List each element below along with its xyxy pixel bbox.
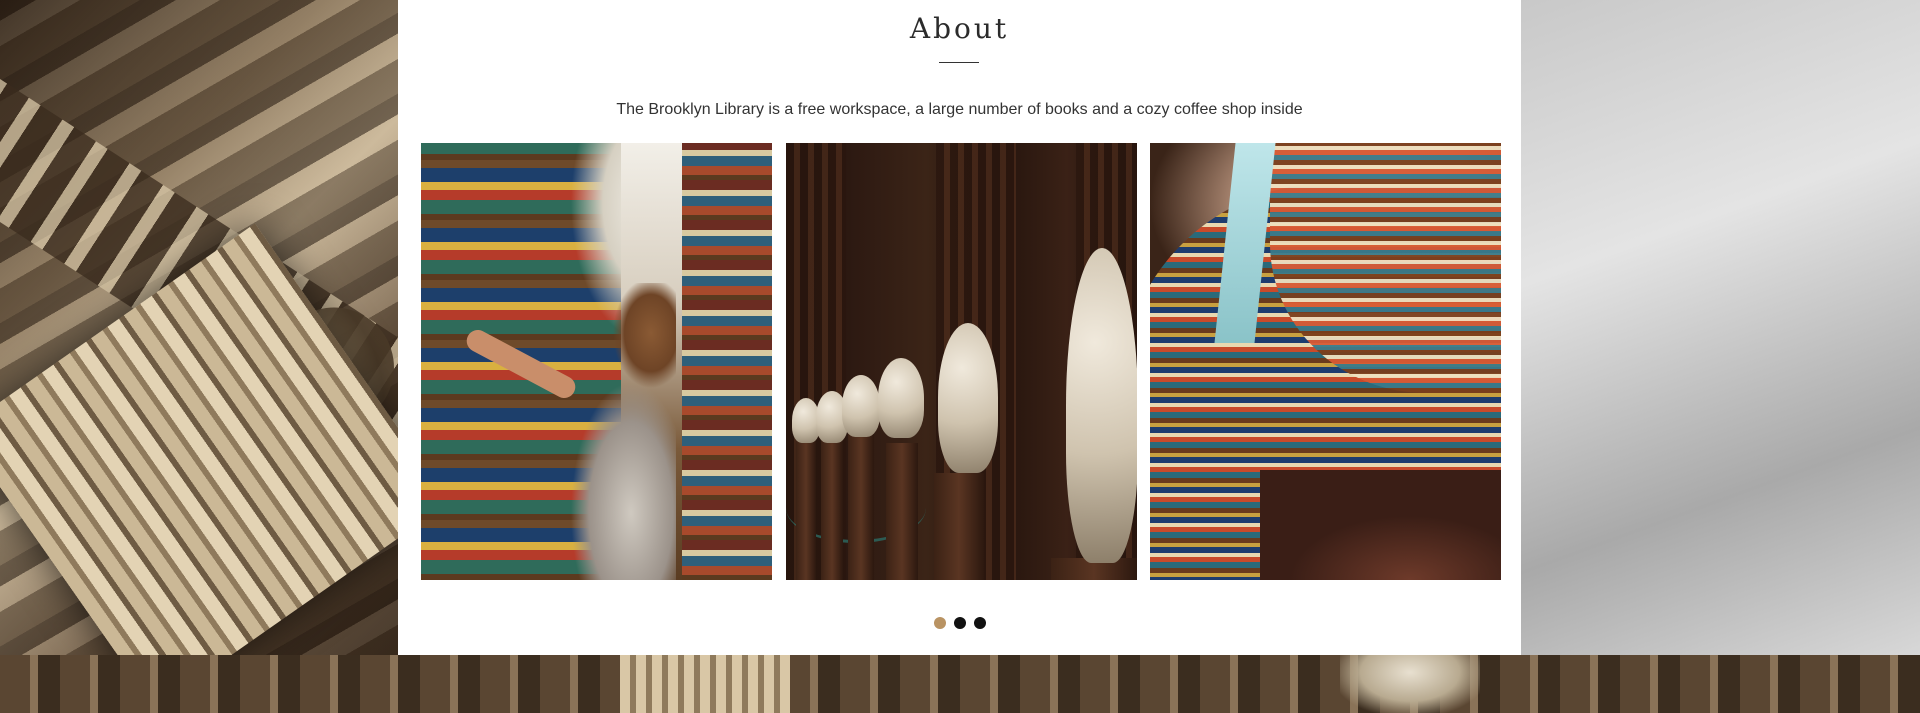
woman-figure: [546, 283, 676, 580]
gallery-photo: [786, 143, 1137, 580]
library-floor: [1260, 470, 1501, 580]
bottom-column: [620, 655, 790, 713]
pedestal: [821, 433, 843, 580]
section-title: About: [909, 12, 1010, 45]
bust: [938, 323, 998, 473]
section-description: The Brooklyn Library is a free workspace…: [616, 101, 1303, 118]
pedestal: [934, 473, 984, 580]
bust: [878, 358, 924, 438]
facade-bottom: [0, 655, 1920, 713]
gallery-photo: [1150, 143, 1501, 580]
bookshelf-right: [682, 143, 772, 580]
gallery-photo: [421, 143, 772, 580]
about-section: About The Brooklyn Library is a free wor…: [398, 0, 1521, 655]
bust: [1066, 248, 1137, 563]
bottom-statue: [1340, 655, 1480, 713]
carousel-dot-1[interactable]: [933, 617, 946, 629]
photo-gallery: [421, 143, 1501, 580]
carousel-pagination: [398, 617, 1521, 629]
carousel-dot-3[interactable]: [973, 617, 986, 629]
bust: [842, 375, 880, 437]
pedestal: [886, 443, 918, 580]
title-divider: [939, 62, 979, 63]
carousel-dot-2[interactable]: [953, 617, 966, 629]
pedestal: [848, 433, 874, 580]
pedestal: [796, 433, 816, 580]
